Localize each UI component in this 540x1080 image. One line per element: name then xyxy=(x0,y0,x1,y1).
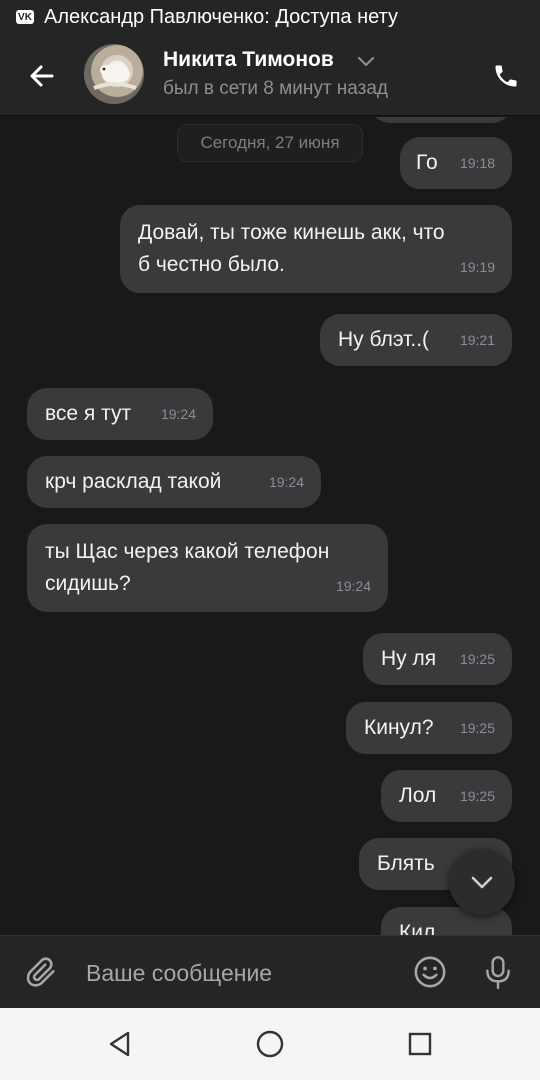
recents-square-icon xyxy=(408,1032,432,1056)
previous-message-bubble xyxy=(370,117,512,123)
message-bubble-incoming[interactable]: крч расклад такой 19:24 xyxy=(27,456,321,508)
message-composer xyxy=(0,935,540,1008)
message-time: 19:25 xyxy=(459,720,495,736)
message-text: Го xyxy=(416,151,438,174)
back-button[interactable] xyxy=(22,56,62,96)
attach-button[interactable] xyxy=(22,952,62,992)
scroll-to-bottom-button[interactable] xyxy=(449,849,515,915)
chevron-down-icon[interactable] xyxy=(357,54,375,68)
message-text: все я тут xyxy=(45,402,132,425)
message-text: Блять xyxy=(377,852,435,875)
avatar-image xyxy=(93,64,137,90)
message-bubble-outgoing[interactable]: Лол 19:25 xyxy=(381,770,512,822)
message-time: 19:19 xyxy=(459,259,495,275)
back-triangle-icon xyxy=(109,1031,130,1057)
message-text: Ну блэт..( xyxy=(338,328,430,351)
message-bubble-outgoing[interactable]: Ну блэт..( 19:21 xyxy=(320,314,512,366)
message-bubble-outgoing[interactable]: Кинул? 19:25 xyxy=(346,702,512,754)
arrow-left-icon xyxy=(30,65,54,87)
avatar[interactable] xyxy=(84,44,144,104)
message-bubble-outgoing[interactable]: Ну ля 19:25 xyxy=(363,633,512,685)
emoji-button[interactable] xyxy=(410,952,450,992)
message-time: 19:24 xyxy=(160,406,196,422)
date-separator: Сегодня, 27 июня xyxy=(177,124,363,162)
message-text: Кил xyxy=(399,921,436,935)
message-bubble-incoming[interactable]: ты Щас через какой телефон сидишь? 19:24 xyxy=(27,524,388,612)
microphone-icon xyxy=(486,956,510,990)
message-bubble-outgoing[interactable]: Го 19:18 xyxy=(400,137,512,189)
nav-home-button[interactable] xyxy=(250,1024,290,1064)
system-navigation-bar xyxy=(0,1008,540,1080)
message-text: Кинул? xyxy=(364,716,434,739)
message-time: 19:24 xyxy=(335,578,371,594)
phone-icon xyxy=(495,65,517,87)
vk-logo-icon: VK xyxy=(16,10,34,24)
message-time: 19:21 xyxy=(459,332,495,348)
contact-name[interactable]: Никита Тимонов xyxy=(163,48,334,72)
status-bar: VK Александр Павлюченко: Доступа нету xyxy=(0,0,540,34)
chevron-down-icon xyxy=(471,876,493,889)
message-text: ты Щас через какой телефон сидишь? xyxy=(45,540,330,595)
message-text: Лол xyxy=(399,784,437,807)
voice-message-button[interactable] xyxy=(478,952,518,992)
message-list[interactable]: Сегодня, 27 июня Го 19:18 Довай, ты тоже… xyxy=(0,117,540,935)
message-time: 19:24 xyxy=(268,474,304,490)
message-text: крч расклад такой xyxy=(45,470,222,493)
message-text: Ну ля xyxy=(381,647,437,670)
contact-status: был в сети 8 минут назад xyxy=(163,78,389,99)
smiley-icon xyxy=(414,956,446,988)
chat-header: Никита Тимонов был в сети 8 минут назад xyxy=(0,34,540,116)
call-button[interactable] xyxy=(486,56,526,96)
message-time: 19:18 xyxy=(459,155,495,171)
home-circle-icon xyxy=(256,1030,284,1058)
message-input[interactable] xyxy=(86,954,386,992)
message-text: Довай, ты тоже кинешь акк, что б честно … xyxy=(138,221,445,276)
message-time: 19:25 xyxy=(459,788,495,804)
message-bubble-outgoing[interactable]: Довай, ты тоже кинешь акк, что б честно … xyxy=(120,205,512,293)
nav-recents-button[interactable] xyxy=(400,1024,440,1064)
message-time: 19:25 xyxy=(459,651,495,667)
paperclip-icon xyxy=(26,957,55,987)
message-bubble-incoming[interactable]: все я тут 19:24 xyxy=(27,388,213,440)
nav-back-button[interactable] xyxy=(100,1024,140,1064)
notification-text: Александр Павлюченко: Доступа нету xyxy=(44,5,398,28)
